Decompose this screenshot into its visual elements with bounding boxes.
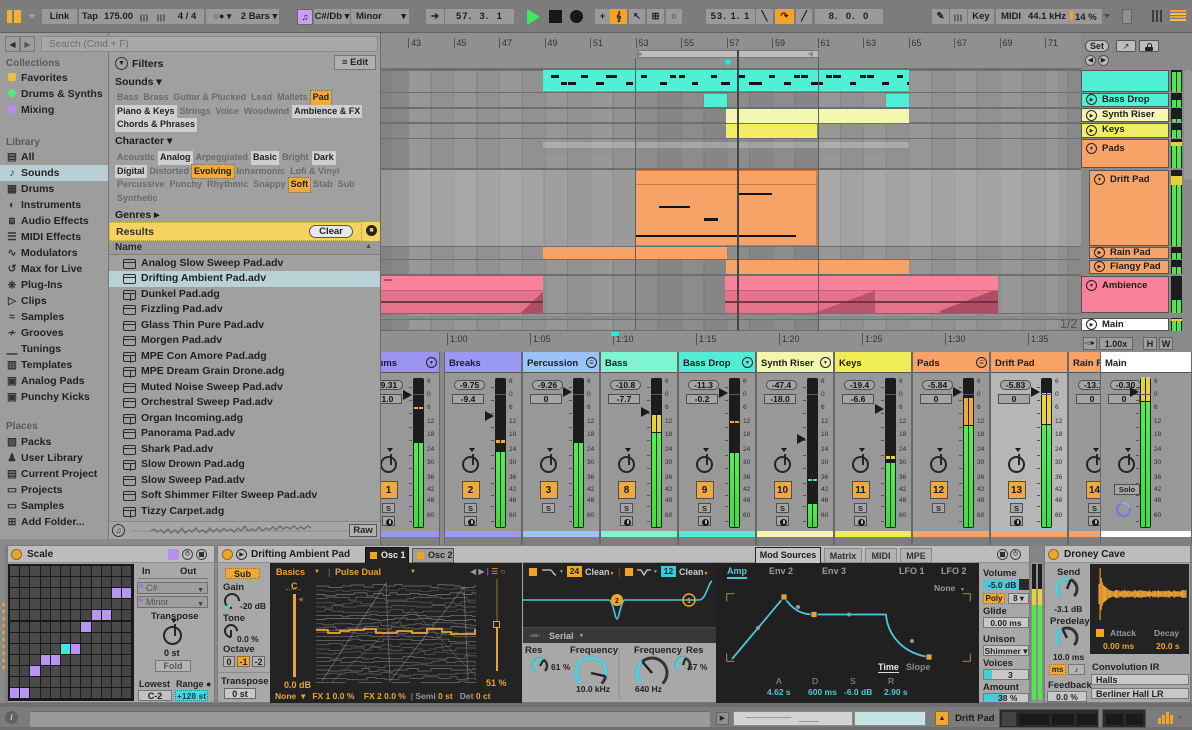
svg-text:2: 2 <box>615 598 619 605</box>
svg-text:1: 1 <box>687 598 691 605</box>
